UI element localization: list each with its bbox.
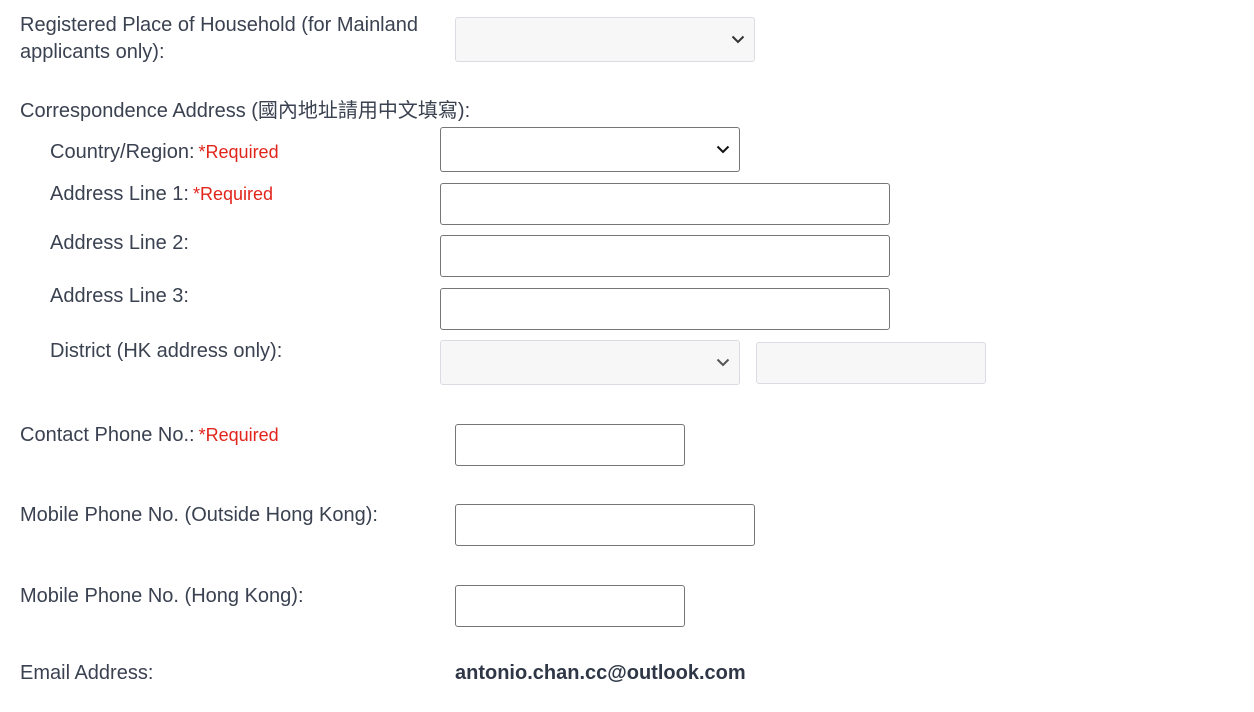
address-line3-input[interactable]: [440, 288, 890, 330]
required-marker: *Required: [192, 184, 274, 204]
address-line2-label: Address Line 2:: [50, 232, 189, 254]
contact-phone-label-text: Contact Phone No.:: [20, 424, 195, 446]
contact-phone-label: Contact Phone No.: *Required: [20, 422, 279, 449]
district-select[interactable]: [440, 340, 740, 385]
address-line1-input[interactable]: [440, 183, 890, 225]
mobile-outside-hk-input[interactable]: [455, 504, 755, 546]
correspondence-address-label: Correspondence Address (國內地址請用中文填寫):: [20, 100, 471, 122]
address-line3-label: Address Line 3:: [50, 285, 189, 307]
contact-phone-input[interactable]: [455, 424, 685, 466]
chevron-down-icon: [716, 358, 730, 367]
country-region-label-text: Country/Region:: [50, 141, 195, 163]
address-line2-input[interactable]: [440, 235, 890, 277]
address-line1-label: Address Line 1: *Required: [50, 181, 273, 208]
required-marker: *Required: [198, 425, 279, 445]
registered-place-label: Registered Place of Household (for Mainl…: [20, 14, 418, 63]
required-marker: *Required: [198, 142, 279, 162]
chevron-down-icon: [731, 35, 745, 44]
district-label: District (HK address only):: [50, 340, 283, 362]
email-label: Email Address:: [20, 662, 154, 684]
district-extra-input[interactable]: [756, 342, 986, 384]
mobile-hk-input[interactable]: [455, 585, 685, 627]
country-region-select[interactable]: [440, 127, 740, 172]
registered-place-select[interactable]: [455, 17, 755, 62]
country-region-label: Country/Region: *Required: [50, 139, 279, 166]
email-value: antonio.chan.cc@outlook.com: [455, 662, 746, 684]
address-line1-label-text: Address Line 1:: [50, 183, 189, 205]
mobile-hk-label: Mobile Phone No. (Hong Kong):: [20, 585, 304, 607]
chevron-down-icon: [716, 145, 730, 154]
mobile-outside-hk-label: Mobile Phone No. (Outside Hong Kong):: [20, 504, 378, 526]
